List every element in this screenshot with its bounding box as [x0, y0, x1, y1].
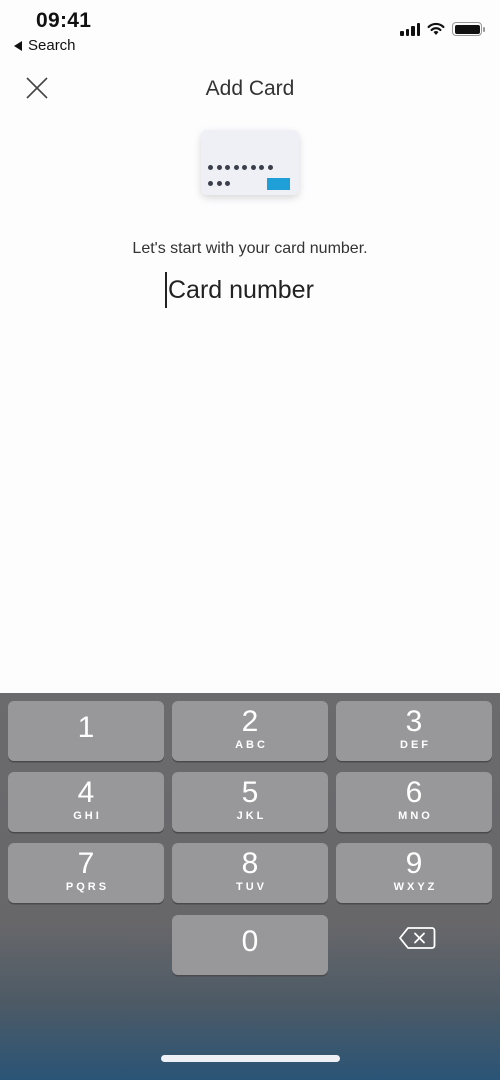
back-arrow-icon — [14, 40, 22, 51]
numeric-keypad: 1 2 ABC 3 DEF 4 GHI 5 JKL 6 MNO 7 PQRS 8… — [0, 693, 500, 1080]
back-to-search-link[interactable]: Search — [14, 37, 76, 54]
key-8[interactable]: 8 TUV — [172, 843, 328, 903]
status-icons — [400, 22, 485, 36]
card-number-input[interactable] — [165, 272, 335, 308]
key-5[interactable]: 5 JKL — [172, 772, 328, 832]
cellular-signal-icon — [400, 22, 420, 36]
key-4[interactable]: 4 GHI — [8, 772, 164, 832]
key-2[interactable]: 2 ABC — [172, 701, 328, 761]
back-label: Search — [28, 37, 76, 54]
status-time: 09:41 — [36, 9, 92, 32]
home-indicator[interactable] — [161, 1055, 340, 1062]
status-bar: 09:41 Search — [0, 0, 500, 60]
credit-card-icon — [201, 130, 299, 195]
key-7[interactable]: 7 PQRS — [8, 843, 164, 903]
wifi-icon — [427, 22, 445, 35]
backspace-icon — [399, 927, 436, 949]
card-number-prompt: Let's start with your card number. — [132, 240, 368, 257]
page-title: Add Card — [205, 77, 295, 100]
key-0[interactable]: 0 — [172, 915, 328, 975]
battery-icon — [452, 22, 485, 36]
key-9[interactable]: 9 WXYZ — [336, 843, 492, 903]
card-cvv-dots — [208, 181, 230, 186]
key-3[interactable]: 3 DEF — [336, 701, 492, 761]
key-1[interactable]: 1 — [8, 701, 164, 761]
delete-key[interactable] — [398, 926, 436, 950]
key-6[interactable]: 6 MNO — [336, 772, 492, 832]
card-accent — [267, 178, 290, 190]
card-number-dots — [208, 165, 273, 170]
